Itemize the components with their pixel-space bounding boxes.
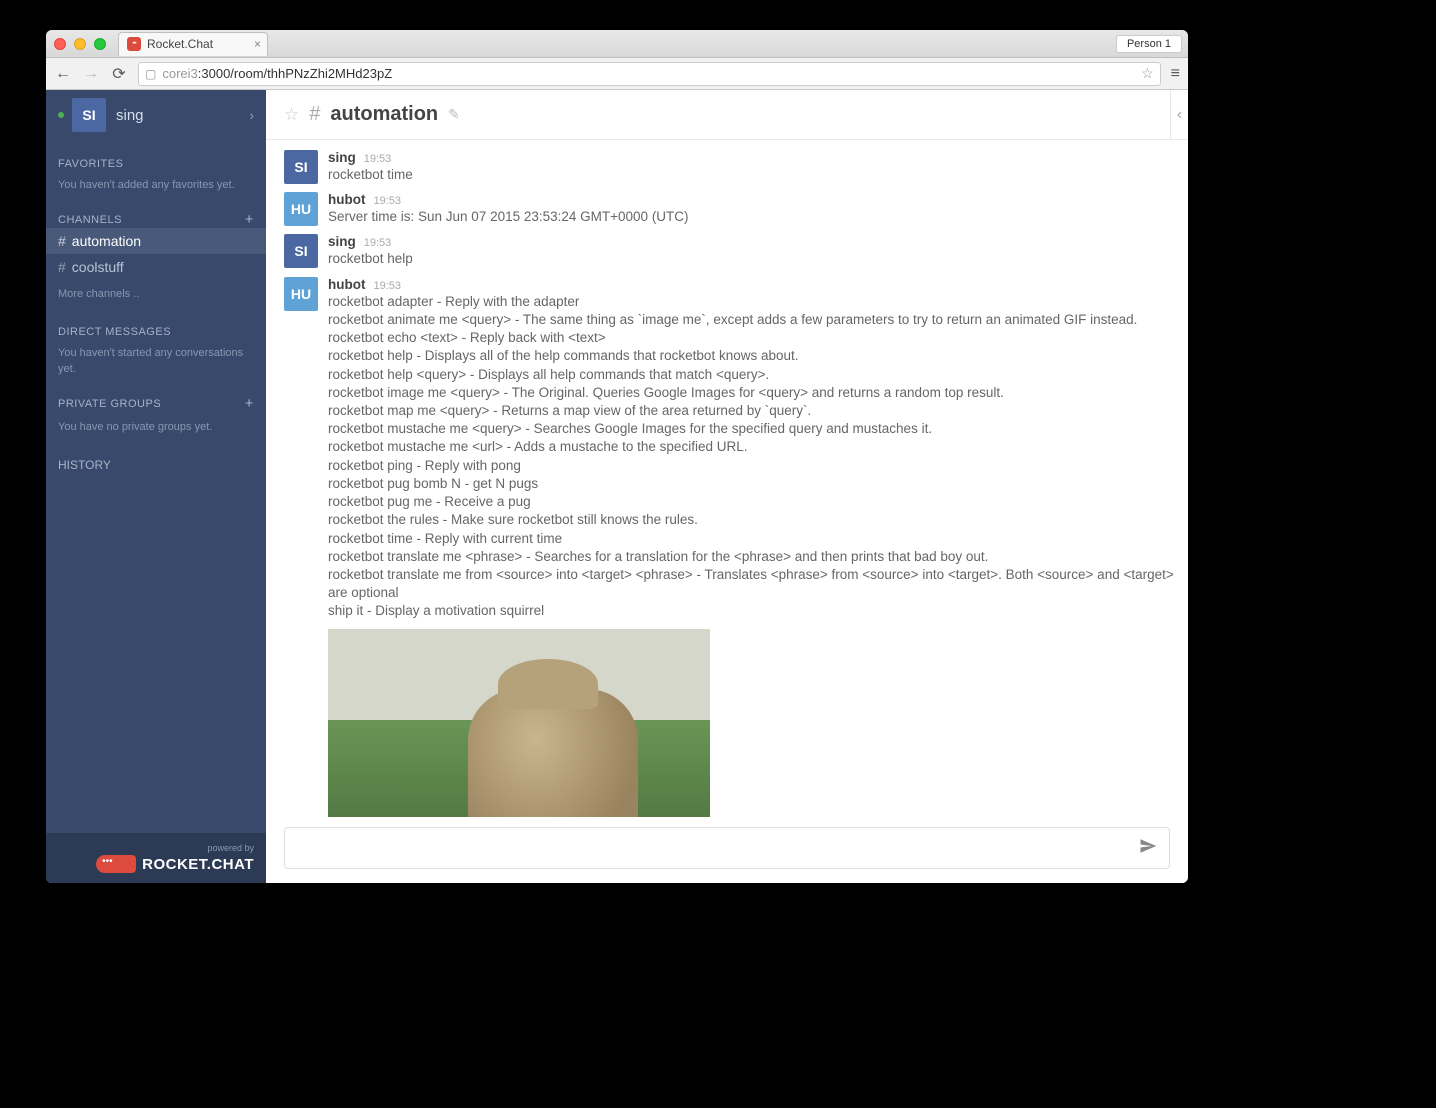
browser-tab[interactable]: Rocket.Chat ×	[118, 32, 268, 56]
direct-messages-hint: You haven't started any conversations ye…	[58, 346, 254, 377]
add-group-icon[interactable]: +	[245, 395, 254, 412]
sidebar: SI sing › FAVORITES You haven't added an…	[46, 90, 266, 883]
user-avatar: SI	[72, 98, 106, 132]
more-channels-link[interactable]: More channels ..	[46, 280, 266, 308]
messages-list[interactable]: SIsing19:53rocketbot timeHUhubot19:53Ser…	[266, 140, 1188, 817]
back-button[interactable]: ←	[54, 65, 72, 83]
maximize-window-button[interactable]	[94, 38, 106, 50]
message-time: 19:53	[364, 237, 392, 249]
sidebar-item-automation[interactable]: # automation	[46, 228, 266, 254]
edit-pencil-icon[interactable]: ✎	[448, 106, 460, 123]
message: SI sing 19:53rocketbot time	[284, 146, 1188, 188]
reload-button[interactable]: ⟳	[110, 64, 128, 84]
channels-label-text: CHANNELS	[58, 214, 122, 226]
hash-icon: #	[58, 259, 66, 275]
sidebar-item-coolstuff[interactable]: # coolstuff	[46, 254, 266, 280]
favorite-star-icon[interactable]: ☆	[284, 105, 299, 125]
window-controls	[54, 38, 106, 50]
composer-box	[284, 827, 1170, 869]
favorites-label: FAVORITES	[58, 158, 254, 170]
url-host: corei3	[162, 66, 197, 81]
minimize-window-button[interactable]	[74, 38, 86, 50]
avatar: SI	[284, 234, 318, 268]
message-time: 19:53	[364, 153, 392, 165]
message: HU hubot 19:53Server time is: Sun Jun 07 2…	[284, 188, 1188, 230]
private-groups-label: PRIVATE GROUPS +	[58, 395, 254, 412]
message-time: 19:53	[373, 280, 401, 292]
message-body: sing 19:53rocketbot time	[328, 150, 1188, 184]
powered-by-text: powered by	[58, 843, 254, 853]
close-tab-icon[interactable]: ×	[254, 37, 261, 51]
private-groups-section: PRIVATE GROUPS + You have no private gro…	[46, 395, 266, 435]
channels-label: CHANNELS +	[58, 211, 254, 228]
tab-favicon-icon	[127, 37, 141, 51]
message: HU hubot 19:53rocketbot adapter - Reply wi…	[284, 273, 1188, 817]
hash-icon: #	[58, 233, 66, 249]
profile-button[interactable]: Person 1	[1116, 35, 1182, 53]
rocket-chat-logo[interactable]: ROCKET.CHAT	[58, 855, 254, 873]
message: SI sing 19:53rocketbot help	[284, 230, 1188, 272]
main: ☆ # automation ✎ ‹ SIsing19:53rocketbot …	[266, 90, 1188, 883]
channel-header: ☆ # automation ✎	[266, 90, 1188, 140]
message-username[interactable]: sing	[328, 150, 356, 165]
app: SI sing › FAVORITES You haven't added an…	[46, 90, 1188, 883]
message-text: rocketbot time	[328, 166, 1188, 184]
status-online-icon	[58, 112, 64, 118]
private-groups-hint: You have no private groups yet.	[58, 420, 254, 435]
rocket-brand-text: ROCKET.CHAT	[142, 856, 254, 873]
url-input[interactable]: ▢ corei3:3000/room/thhPNzZhi2MHd23pZ ☆	[138, 62, 1161, 86]
bookmark-star-icon[interactable]: ☆	[1141, 65, 1154, 82]
message-username[interactable]: hubot	[328, 192, 365, 207]
message-text: rocketbot help	[328, 250, 1188, 268]
close-window-button[interactable]	[54, 38, 66, 50]
message-username[interactable]: sing	[328, 234, 356, 249]
send-icon[interactable]	[1139, 837, 1157, 860]
channel-title: automation	[330, 103, 438, 126]
avatar: HU	[284, 192, 318, 226]
page-icon: ▢	[145, 67, 156, 81]
user-name: sing	[116, 107, 144, 124]
channel-name: coolstuff	[72, 259, 124, 275]
avatar: SI	[284, 150, 318, 184]
channel-name: automation	[72, 233, 141, 249]
add-channel-icon[interactable]: +	[245, 211, 254, 228]
message-body: sing 19:53rocketbot help	[328, 234, 1188, 268]
channel-list: # automation # coolstuff	[46, 228, 266, 280]
message-text: rocketbot adapter - Reply with the adapt…	[328, 293, 1188, 621]
browser-menu-icon[interactable]: ≡	[1171, 65, 1180, 83]
browser-window: Rocket.Chat × Person 1 ← → ⟳ ▢ corei3:30…	[46, 30, 1188, 883]
address-bar: ← → ⟳ ▢ corei3:3000/room/thhPNzZhi2MHd23…	[46, 58, 1188, 90]
channels-section: CHANNELS +	[46, 211, 266, 228]
message-username[interactable]: hubot	[328, 277, 365, 292]
tab-title: Rocket.Chat	[147, 37, 213, 51]
message-body: hubot 19:53Server time is: Sun Jun 07 201…	[328, 192, 1188, 226]
message-body: hubot 19:53rocketbot adapter - Reply with…	[328, 277, 1188, 817]
rocket-icon	[96, 855, 136, 873]
direct-messages-section: DIRECT MESSAGES You haven't started any …	[46, 326, 266, 377]
message-time: 19:53	[373, 195, 401, 207]
url-path: :3000/room/thhPNzZhi2MHd23pZ	[198, 66, 392, 81]
favorites-hint: You haven't added any favorites yet.	[58, 178, 254, 193]
forward-button[interactable]: →	[82, 65, 100, 83]
avatar: HU	[284, 277, 318, 311]
private-groups-label-text: PRIVATE GROUPS	[58, 398, 161, 410]
right-panel-toggle[interactable]: ‹	[1170, 90, 1188, 140]
history-label[interactable]: HISTORY	[46, 458, 266, 472]
hash-icon: #	[309, 103, 320, 126]
message-image[interactable]	[328, 629, 710, 817]
message-text: Server time is: Sun Jun 07 2015 23:53:24…	[328, 208, 1188, 226]
message-input[interactable]	[297, 840, 1139, 856]
direct-messages-label: DIRECT MESSAGES	[58, 326, 254, 338]
titlebar: Rocket.Chat × Person 1	[46, 30, 1188, 58]
user-box[interactable]: SI sing ›	[46, 90, 266, 140]
composer	[266, 817, 1188, 883]
favorites-section: FAVORITES You haven't added any favorite…	[46, 158, 266, 193]
sidebar-footer: powered by ROCKET.CHAT	[46, 833, 266, 883]
chevron-right-icon: ›	[249, 107, 254, 123]
